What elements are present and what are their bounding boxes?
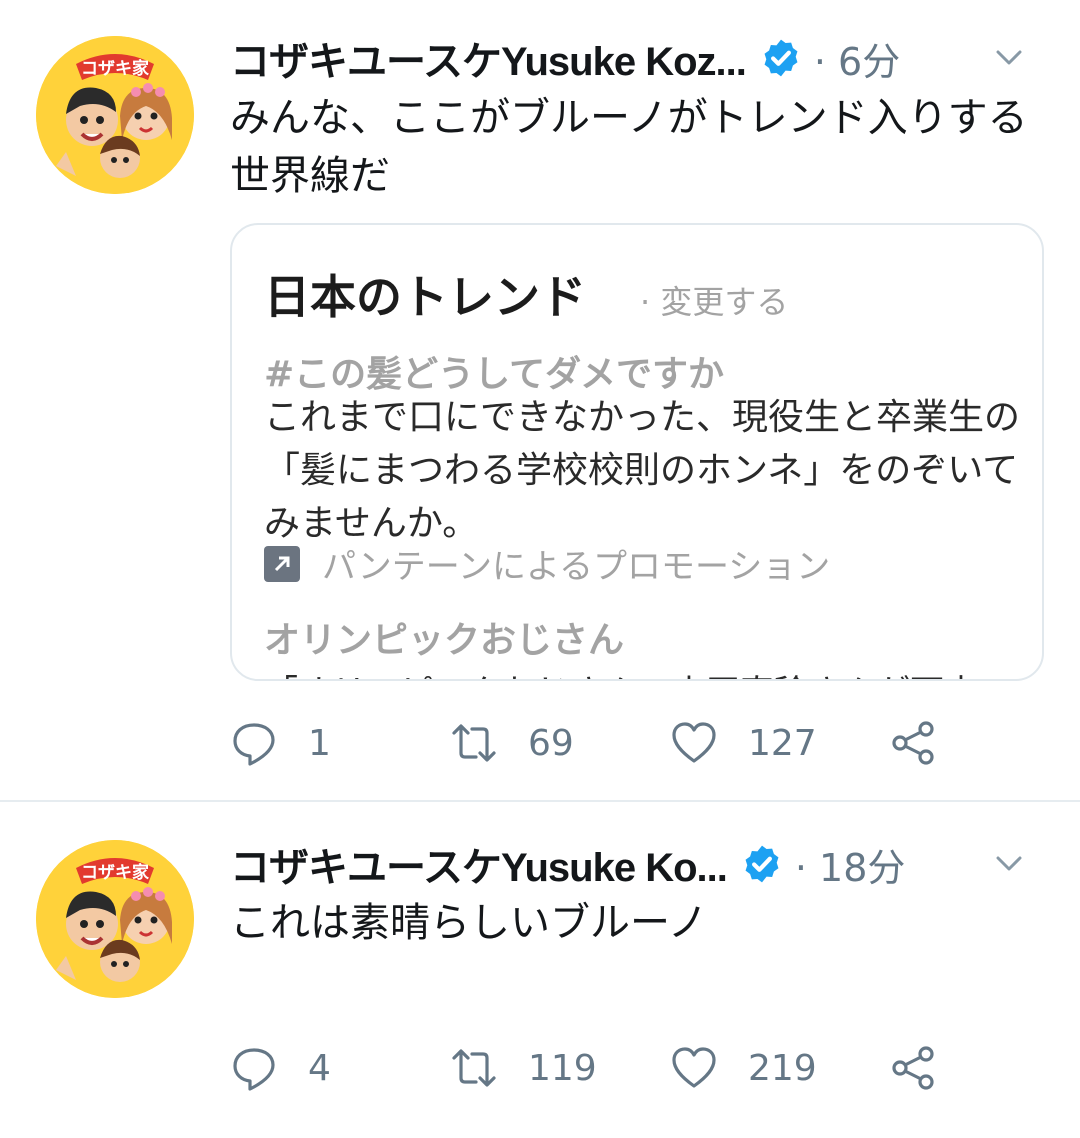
trend-name[interactable]: #この髪どうしてダメですか — [264, 345, 724, 397]
avatar-badge-text: コザキ家 — [81, 58, 149, 79]
share-icon — [892, 721, 934, 765]
trend-name[interactable]: オリンピックおじさん — [264, 611, 624, 663]
heart-icon — [672, 722, 716, 763]
action-bar: 4 119 219 — [230, 1038, 990, 1098]
tweet-header: コザキユースケYusuke Ko... · 18分 — [230, 840, 1060, 890]
change-link[interactable]: · 変更する — [640, 277, 788, 323]
avatar[interactable]: コザキ家 — [36, 36, 194, 194]
tweet-text: みんな、ここがブルーノがトレンド入りする世界線だ — [230, 95, 1028, 199]
trend-description: 「オリンピックおじさん」山田直稔さんが死去 — [264, 665, 978, 679]
tweet[interactable]: コザキ家 コザキユースケYusuke Koz... · 6分 みんな、ここがブル… — [0, 0, 1080, 800]
display-name[interactable]: コザキユースケYusuke Koz... — [230, 29, 746, 87]
action-bar: 1 69 127 — [230, 713, 990, 773]
reply-icon — [233, 723, 275, 766]
share-icon — [892, 1046, 934, 1090]
retweet-count: 69 — [528, 722, 574, 764]
share-button[interactable] — [890, 1038, 938, 1098]
avatar-badge-text: コザキ家 — [81, 862, 149, 883]
promoted-label: パンテーンによるプロモーション — [264, 539, 830, 588]
reply-button[interactable]: 1 — [230, 713, 331, 773]
share-button[interactable] — [890, 713, 938, 773]
like-count: 127 — [748, 722, 817, 764]
verified-badge-icon — [764, 39, 798, 77]
heart-icon — [672, 1047, 716, 1088]
like-button[interactable]: 127 — [670, 713, 817, 773]
trend-description: これまで口にできなかった、現役生と卒業生の「髪にまつわる学校校則のホンネ」をのぞ… — [264, 397, 1021, 544]
card-title: 日本のトレンド — [264, 270, 586, 324]
tweet[interactable]: コザキ家 コザキユースケYusuke Ko... · 18分 これは素晴らしいブ… — [0, 802, 1080, 1138]
retweet-count: 119 — [528, 1047, 597, 1089]
retweet-button[interactable]: 119 — [450, 1038, 597, 1098]
avatar-illustration-icon: コザキ家 — [36, 840, 194, 998]
retweet-button[interactable]: 69 — [450, 713, 574, 773]
tweet-timestamp[interactable]: · 18分 — [795, 837, 906, 892]
chevron-down-icon[interactable] — [994, 848, 1024, 878]
like-button[interactable]: 219 — [670, 1038, 817, 1098]
chevron-down-icon[interactable] — [994, 42, 1024, 72]
promoted-text: パンテーンによるプロモーション — [322, 547, 831, 587]
retweet-icon — [452, 1049, 496, 1087]
tweet-text: これは素晴らしいブルーノ — [230, 900, 708, 946]
display-name[interactable]: コザキユースケYusuke Ko... — [230, 835, 727, 893]
reply-icon — [233, 1048, 275, 1091]
tweet-header: コザキユースケYusuke Koz... · 6分 — [230, 34, 1060, 84]
like-count: 219 — [748, 1047, 817, 1089]
verified-badge-icon — [745, 845, 779, 883]
avatar[interactable]: コザキ家 — [36, 840, 194, 998]
reply-count: 4 — [308, 1047, 331, 1089]
tweet-timestamp[interactable]: · 6分 — [814, 31, 900, 86]
retweet-icon — [452, 724, 496, 762]
reply-button[interactable]: 4 — [230, 1038, 331, 1098]
avatar-illustration-icon: コザキ家 — [36, 36, 194, 194]
promoted-arrow-icon — [264, 545, 300, 582]
trends-card[interactable]: 日本のトレンド · 変更する #この髪どうしてダメですか これまで口にできなかっ… — [230, 223, 1044, 681]
reply-count: 1 — [308, 722, 331, 764]
